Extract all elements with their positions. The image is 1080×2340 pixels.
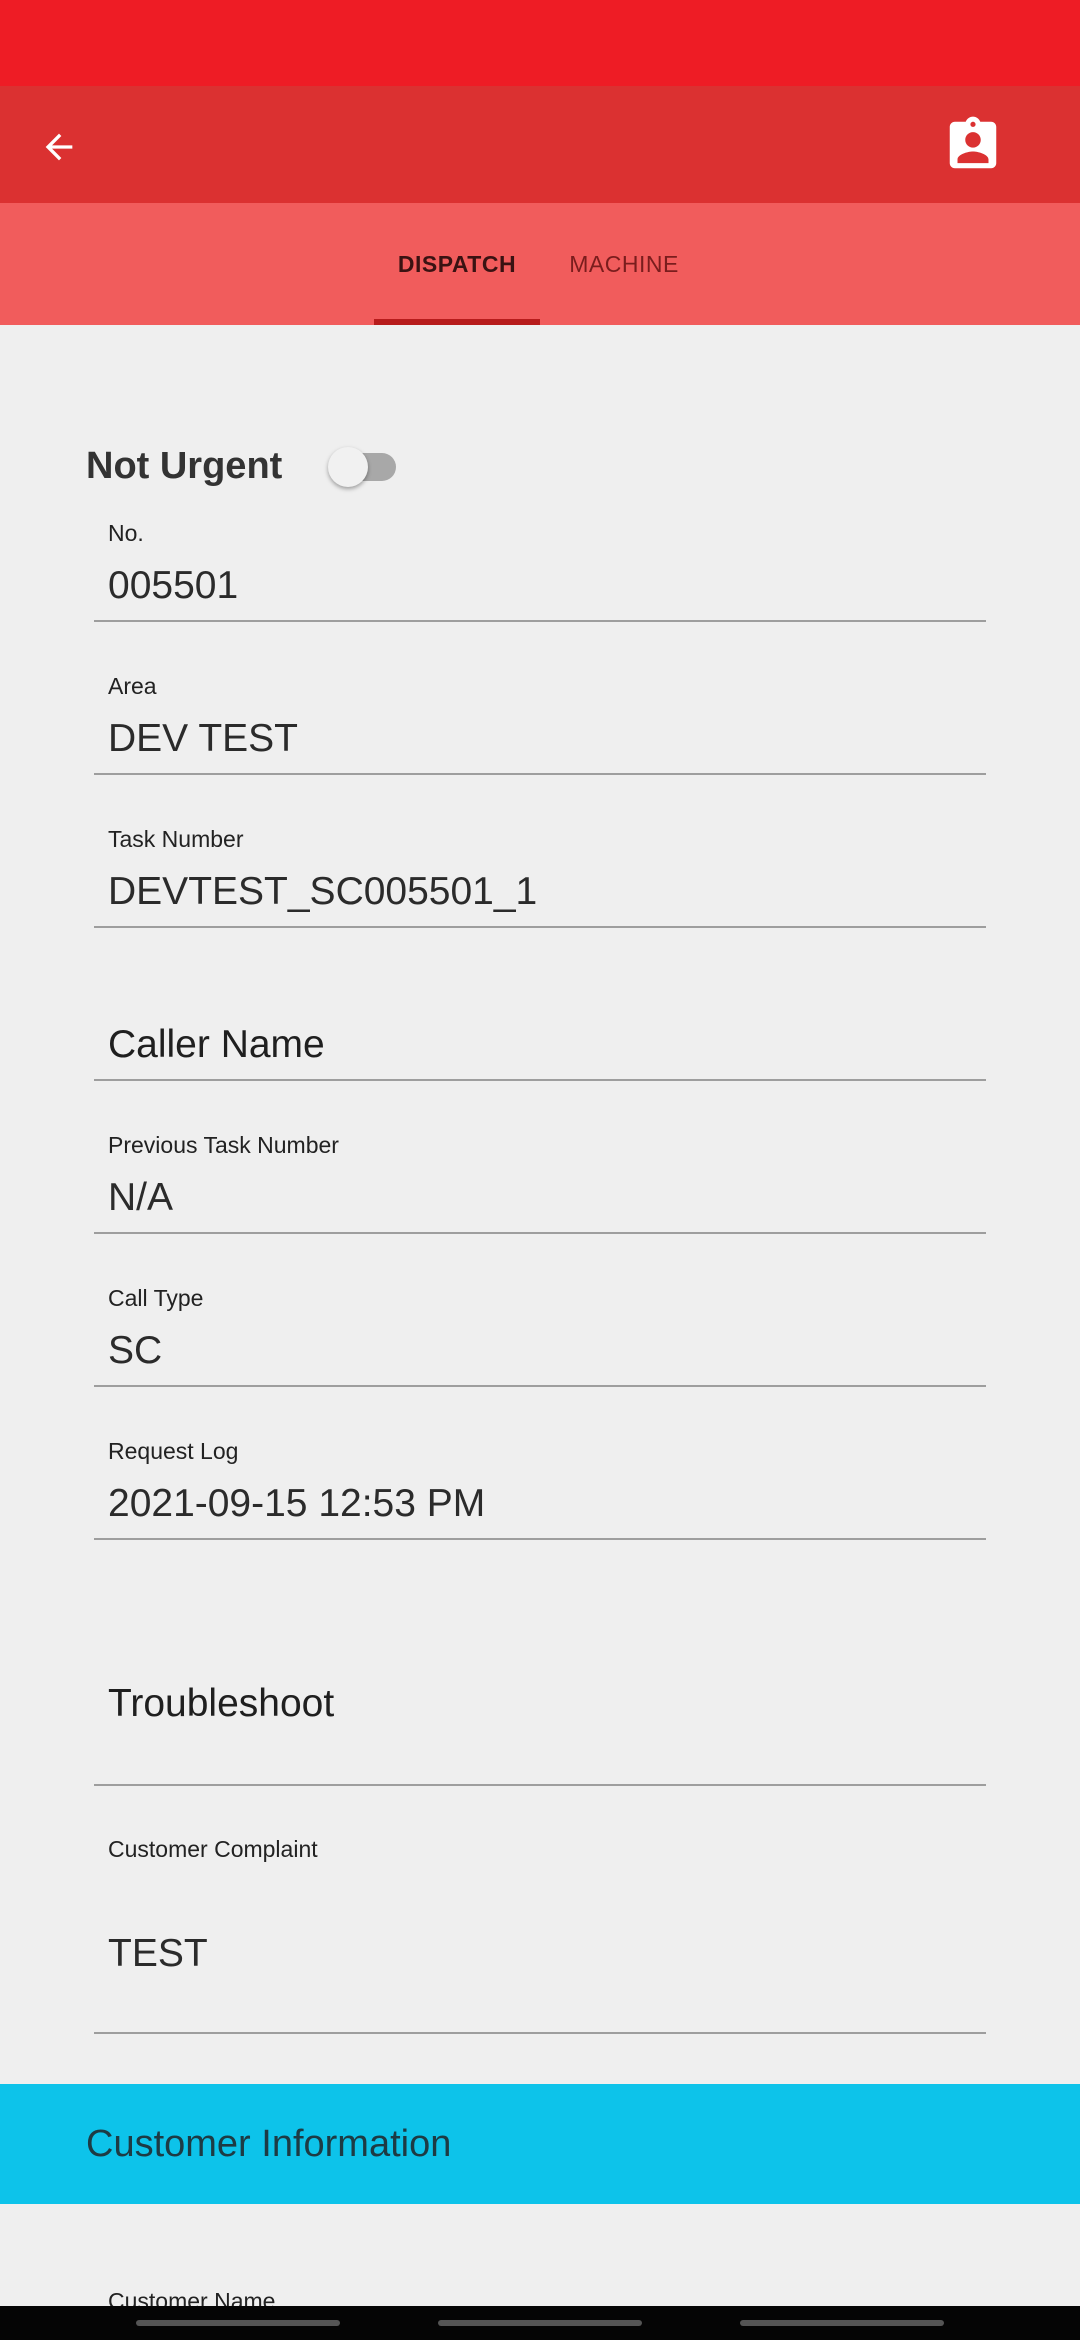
customer-complaint-value: TEST [108,1932,208,1975]
request-log-field[interactable]: Request Log 2021-09-15 12:53 PM [94,1434,986,1542]
request-log-value: 2021-09-15 12:53 PM [108,1482,486,1525]
assignment-ind-icon [949,116,997,169]
troubleshoot-placeholder: Troubleshoot [108,1682,335,1725]
nav-pill-right[interactable] [740,2320,944,2326]
back-button[interactable] [28,116,90,178]
area-underline [94,773,986,775]
caller-name-field[interactable]: Caller Name [94,975,986,1083]
customer-complaint-field[interactable]: Customer Complaint TEST [94,1834,986,2036]
previous-task-number-value: N/A [108,1176,174,1219]
previous-task-number-field[interactable]: Previous Task Number N/A [94,1128,986,1236]
no-field[interactable]: No. 005501 [94,516,986,624]
nav-pill-center[interactable] [438,2320,642,2326]
tab-dispatch[interactable]: DISPATCH [374,203,540,325]
previous-task-number-underline [94,1232,986,1234]
call-type-underline [94,1385,986,1387]
urgent-switch[interactable] [328,447,398,487]
system-navigation-bar [0,2306,1080,2340]
customer-complaint-label: Customer Complaint [108,1836,318,1862]
arrow-left-icon [45,133,73,161]
request-log-underline [94,1538,986,1540]
troubleshoot-field[interactable]: Troubleshoot [94,1650,986,1788]
area-label: Area [108,673,157,699]
urgent-row: Not Urgent [86,436,396,496]
task-number-field[interactable]: Task Number DEVTEST_SC005501_1 [94,822,986,930]
request-log-label: Request Log [108,1438,239,1464]
assignment-button[interactable] [940,110,1006,180]
caller-name-placeholder: Caller Name [108,1023,325,1066]
urgent-label: Not Urgent [86,444,283,487]
app-bar [0,86,1080,203]
caller-name-underline [94,1079,986,1081]
tab-bar: DISPATCH MACHINE [0,203,1080,325]
tab-machine[interactable]: MACHINE [550,203,698,325]
customer-information-header: Customer Information [0,2084,1080,2204]
no-underline [94,620,986,622]
customer-complaint-underline [94,2032,986,2034]
task-number-underline [94,926,986,928]
task-number-value: DEVTEST_SC005501_1 [108,870,538,913]
tab-selected-indicator [374,319,540,325]
switch-thumb [328,447,368,487]
no-value: 005501 [108,564,239,607]
area-field[interactable]: Area DEV TEST [94,669,986,777]
nav-pill-left[interactable] [136,2320,340,2326]
troubleshoot-underline [94,1784,986,1786]
task-number-label: Task Number [108,826,244,852]
no-label: No. [108,520,144,546]
call-type-value: SC [108,1329,163,1372]
call-type-label: Call Type [108,1285,204,1311]
customer-information-title: Customer Information [86,2122,452,2165]
previous-task-number-label: Previous Task Number [108,1132,339,1158]
area-value: DEV TEST [108,717,298,760]
status-bar [0,0,1080,86]
call-type-field[interactable]: Call Type SC [94,1281,986,1389]
